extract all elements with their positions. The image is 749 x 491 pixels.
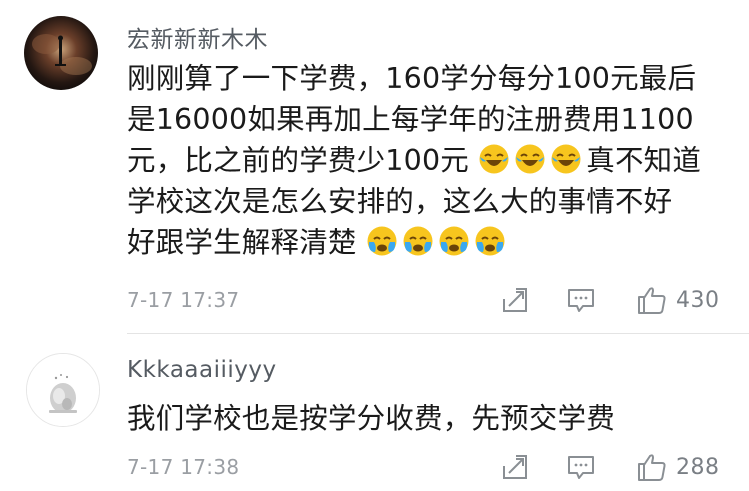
comment-text-line: 学校这次是怎么安排的，这么大的事情不好 (127, 185, 673, 218)
username[interactable]: 宏新新新木木 (127, 20, 268, 54)
crying-emoji (367, 226, 397, 256)
share-icon (503, 455, 527, 479)
comment-text-segment: 好跟学生解释清楚 (127, 226, 357, 259)
avatar[interactable] (24, 16, 98, 90)
reply-icon (568, 289, 594, 312)
comment-text: 刚刚算了一下学费，160学分每分100元最后 是16000如果再加上每学年的注册… (127, 58, 727, 263)
avatar[interactable] (26, 353, 100, 427)
laugh-tears-emoji (551, 144, 581, 174)
comment-item: Kkkaaaiiiyyy 我们学校也是按学分收费，先预交学费 7-17 17:3… (0, 336, 749, 491)
comment-text: 我们学校也是按学分收费，先预交学费 (127, 398, 727, 439)
like-count: 430 (676, 287, 720, 313)
like-button[interactable]: 430 (636, 282, 720, 318)
share-button[interactable] (500, 449, 530, 485)
laugh-tears-emoji (515, 144, 545, 174)
crying-emoji (475, 226, 505, 256)
laugh-tears-emoji (479, 144, 509, 174)
timestamp: 7-17 17:37 (127, 288, 240, 312)
timestamp: 7-17 17:38 (127, 455, 240, 479)
like-button[interactable]: 288 (636, 449, 720, 485)
share-icon (503, 288, 527, 312)
thumbs-up-icon (638, 454, 666, 481)
comment-item: 宏新新新木木 刚刚算了一下学费，160学分每分100元最后 是16000如果再加… (0, 0, 749, 335)
share-button[interactable] (500, 282, 530, 318)
comment-text-line: 好跟学生解释清楚 (127, 222, 727, 263)
comment-text-segment: 真不知道 (586, 144, 702, 177)
comment-footer: 7-17 17:37 430 (127, 282, 749, 318)
username[interactable]: Kkkaaaiiiyyy (127, 357, 277, 383)
crying-emoji (403, 226, 433, 256)
comment-text-line: 刚刚算了一下学费，160学分每分100元最后 (127, 62, 697, 95)
thumbs-up-icon (638, 287, 666, 314)
reply-button[interactable] (566, 282, 596, 318)
crying-emoji (439, 226, 469, 256)
comment-text-segment: 元，比之前的学费少100元 (127, 144, 469, 177)
comment-text-line: 是16000如果再加上每学年的注册费用1100 (127, 103, 694, 136)
divider (127, 333, 749, 334)
reply-icon (568, 456, 594, 479)
comment-text-line: 元，比之前的学费少100元 真不知道 (127, 140, 727, 181)
comment-footer: 7-17 17:38 288 (127, 449, 749, 485)
comment-text-line: 我们学校也是按学分收费，先预交学费 (127, 402, 615, 435)
reply-button[interactable] (566, 449, 596, 485)
like-count: 288 (676, 454, 720, 480)
